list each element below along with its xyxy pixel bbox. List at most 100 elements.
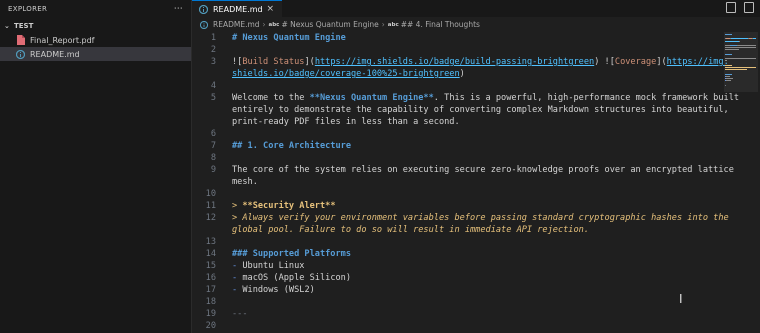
minimap-mark — [725, 69, 748, 71]
code-token: Coverage — [614, 57, 657, 67]
code-line[interactable]: print-ready PDF files in less than a sec… — [192, 116, 722, 128]
line-number: 7 — [210, 141, 216, 151]
line-number: 12 — [205, 213, 216, 223]
symbol-string-icon: abc — [387, 21, 399, 28]
line-number: 11 — [205, 201, 216, 211]
code-editor[interactable]: 1 # Nexus Quantum Engine 2 3 ![Build Status]… — [192, 32, 739, 332]
line-number — [192, 116, 232, 128]
code-line[interactable]: 12 > Always verify your environment varia… — [192, 212, 729, 224]
code-line[interactable]: 16 - macOS (Apple Silicon) — [192, 272, 722, 284]
close-icon[interactable]: × — [266, 4, 274, 14]
breadcrumb-item-file[interactable]: README.md — [213, 20, 260, 29]
file-item-readme[interactable]: README.md — [0, 47, 191, 61]
code-line[interactable]: shields.io/badge/coverage-100%25-brightg… — [192, 68, 722, 80]
code-token: Build Status — [242, 57, 305, 67]
line-content: Welcome to the **Nexus Quantum Engine**.… — [232, 92, 739, 104]
file-item-final-report[interactable]: Final_Report.pdf — [0, 33, 191, 47]
code-line[interactable]: 9 The core of the system relies on execut… — [192, 164, 734, 176]
line-number — [192, 224, 232, 236]
line-content: global pool. Failure to do so will resul… — [232, 224, 589, 236]
code-token: print-ready PDF files in less than a sec… — [232, 117, 460, 127]
breadcrumb: README.md › abc # Nexus Quantum Engine ›… — [192, 17, 760, 32]
chevron-down-icon: ⌄ — [4, 21, 10, 30]
minimap-mark — [726, 75, 731, 77]
code-line[interactable]: 18 — [192, 296, 722, 308]
minimap[interactable] — [724, 32, 758, 92]
ellipsis-icon[interactable]: ⋯ — [174, 4, 183, 14]
line-number: 17 — [205, 285, 216, 295]
code-line[interactable]: 3 ![Build Status](https://img.shields.io/… — [192, 56, 729, 68]
line-number: 8 — [210, 153, 216, 163]
split-editor-icon[interactable] — [744, 2, 754, 13]
line-content: > **Security Alert** — [232, 200, 336, 212]
minimap-mark — [725, 60, 727, 62]
markdown-file-icon — [16, 49, 25, 59]
chevron-right-icon: › — [262, 20, 266, 29]
code-line[interactable]: 13 — [192, 236, 722, 248]
code-token: The core of the system relies on executi… — [232, 165, 734, 175]
chevron-right-icon: › — [381, 20, 385, 29]
minimap-mark — [726, 78, 734, 79]
code-token: **Security Alert** — [242, 201, 336, 211]
minimap-mark — [725, 49, 740, 51]
code-token: --- — [232, 309, 248, 319]
breadcrumb-item-h1[interactable]: # Nexus Quantum Engine — [281, 20, 378, 29]
code-line[interactable]: 10 — [192, 188, 722, 200]
code-line[interactable]: 7 ## 1. Core Architecture — [192, 140, 722, 152]
tab-bar: README.md × — [192, 0, 760, 17]
line-number: 6 — [210, 129, 216, 139]
code-line[interactable]: 14 ### Supported Platforms — [192, 248, 722, 260]
code-line[interactable]: 15 - Ubuntu Linux — [192, 260, 722, 272]
code-line[interactable]: 8 — [192, 152, 722, 164]
line-content: entirely to demonstrate the capability o… — [232, 104, 729, 116]
info-icon — [199, 20, 208, 30]
code-token: global pool. Failure to do so will resul… — [232, 225, 589, 235]
folder-test[interactable]: ⌄ TEST — [0, 18, 191, 33]
editor-area: README.md × README.md › abc # Nexus Quan… — [192, 0, 760, 333]
line-number: 3 — [210, 57, 216, 67]
code-line[interactable]: 19 --- — [192, 308, 722, 320]
code-line[interactable]: 5 Welcome to the **Nexus Quantum Engine**… — [192, 92, 739, 104]
minimap-mark — [725, 53, 733, 55]
info-icon — [199, 4, 208, 14]
code-line[interactable]: entirely to demonstrate the capability o… — [192, 104, 729, 116]
code-token: shields.io/badge/coverage-100%25-brightg… — [232, 69, 460, 79]
line-number: 13 — [205, 237, 216, 247]
line-content: mesh. — [232, 176, 258, 188]
code-line[interactable]: 4 — [192, 80, 722, 92]
open-preview-icon[interactable] — [726, 2, 736, 13]
line-number: 14 — [205, 249, 216, 259]
code-token: ]( — [304, 57, 315, 67]
pdf-file-icon — [16, 35, 25, 45]
code-line[interactable]: 1 # Nexus Quantum Engine — [192, 32, 722, 44]
code-token: macOS (Apple Silicon) — [237, 273, 352, 283]
code-line[interactable]: global pool. Failure to do so will resul… — [192, 224, 722, 236]
code-token: https://img.shields.io/badge/build-passi… — [314, 57, 595, 67]
code-line[interactable]: 2 — [192, 44, 722, 56]
line-number — [192, 104, 232, 116]
line-number: 16 — [205, 273, 216, 283]
code-line[interactable]: 17 - Windows (WSL2) — [192, 284, 722, 296]
minimap-mark — [729, 45, 738, 46]
code-token: > Always verify your environment variabl… — [232, 213, 729, 223]
minimap-mark — [739, 40, 741, 42]
code-token: ## 1. Core Architecture — [232, 141, 351, 151]
code-token: Welcome to the — [232, 93, 310, 103]
line-content: --- — [232, 308, 248, 320]
minimap-mark — [737, 45, 756, 46]
explorer-title: EXPLORER — [8, 5, 48, 13]
code-token: entirely to demonstrate the capability o… — [232, 105, 729, 115]
line-content: - Windows (WSL2) — [232, 284, 315, 296]
line-number: 20 — [205, 321, 216, 331]
line-number — [192, 176, 232, 188]
code-line[interactable]: 6 — [192, 128, 722, 140]
line-content: # Nexus Quantum Engine — [232, 32, 346, 44]
code-line[interactable]: 20 — [192, 320, 722, 332]
breadcrumb-item-h2[interactable]: ## 4. Final Thoughts — [401, 20, 480, 29]
minimap-mark — [725, 67, 756, 68]
code-line[interactable]: 11 > **Security Alert** — [192, 200, 722, 212]
code-line[interactable]: mesh. — [192, 176, 722, 188]
folder-label: TEST — [14, 21, 34, 30]
line-number — [192, 68, 232, 80]
tab-readme[interactable]: README.md × — [192, 0, 282, 17]
